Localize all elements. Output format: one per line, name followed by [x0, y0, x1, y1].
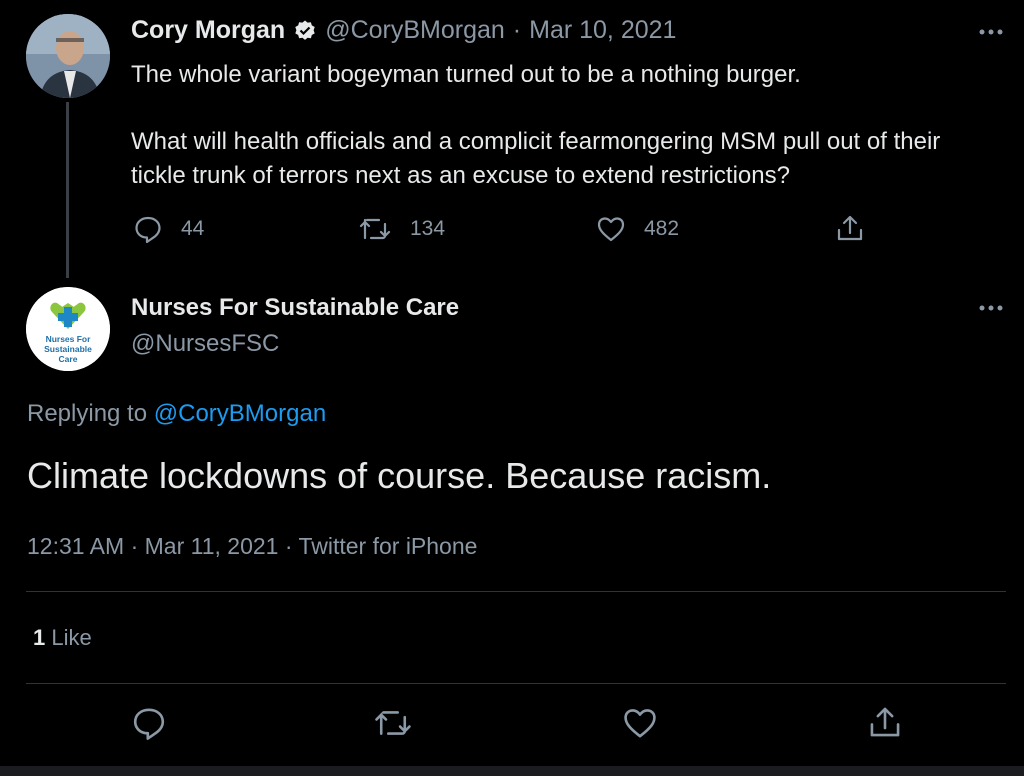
focus-author-name[interactable]: Nurses For Sustainable Care: [131, 294, 459, 322]
retweet-icon[interactable]: [373, 705, 413, 745]
author-name[interactable]: Cory Morgan: [131, 16, 285, 45]
focus-tweet-text: Climate lockdowns of course. Because rac…: [27, 455, 772, 496]
reply-button[interactable]: 44: [133, 214, 204, 244]
verified-badge-icon: [293, 19, 317, 43]
replying-prefix: Replying to: [27, 400, 148, 427]
more-icon[interactable]: [975, 298, 1011, 318]
like-button[interactable]: 482: [596, 214, 679, 244]
likes-label: Like: [51, 625, 92, 650]
replying-to: Replying to @CoryBMorgan: [27, 400, 326, 428]
share-icon[interactable]: [866, 703, 906, 743]
divider: [26, 683, 1006, 684]
share-icon[interactable]: [834, 212, 866, 244]
parent-tweet-header: Cory Morgan @CoryBMorgan · Mar 10, 2021: [131, 16, 676, 45]
author-avatar-nurses[interactable]: Nurses For Sustainable Care: [26, 287, 110, 371]
divider: [26, 591, 1006, 592]
retweet-button[interactable]: 134: [358, 214, 445, 244]
replying-handle-link[interactable]: @CoryBMorgan: [154, 400, 326, 427]
parent-tweet-text-line1: The whole variant bogeyman turned out to…: [131, 61, 801, 88]
reply-count: 44: [181, 217, 205, 240]
reply-icon[interactable]: [131, 705, 171, 745]
likes-count: 1: [33, 625, 46, 650]
author-handle[interactable]: @CoryBMorgan: [325, 16, 505, 45]
more-icon[interactable]: [975, 22, 1011, 42]
like-count: 482: [644, 217, 680, 240]
retweet-count: 134: [410, 217, 446, 240]
bottom-edge: [0, 766, 1024, 776]
parent-tweet-text-line2: What will health officials and a complic…: [131, 128, 941, 189]
reply-icon: [133, 214, 163, 244]
focus-author-handle[interactable]: @NursesFSC: [131, 330, 279, 358]
author-avatar-cory[interactable]: [26, 14, 110, 98]
retweet-icon: [358, 214, 392, 244]
header-separator: ·: [512, 16, 522, 44]
like-icon: [596, 214, 626, 244]
avatar-logo-text-2: Sustainable: [44, 344, 92, 354]
like-icon[interactable]: [622, 705, 662, 745]
tweet-date[interactable]: Mar 10, 2021: [529, 16, 676, 45]
focus-tweet-timestamp[interactable]: 12:31 AM · Mar 11, 2021 · Twitter for iP…: [27, 533, 477, 560]
avatar-logo-text-1: Nurses For: [46, 334, 92, 344]
avatar-logo-text-3: Care: [59, 354, 78, 364]
thread-connector-line: [66, 102, 69, 278]
likes-summary[interactable]: 1 Like: [33, 625, 92, 651]
